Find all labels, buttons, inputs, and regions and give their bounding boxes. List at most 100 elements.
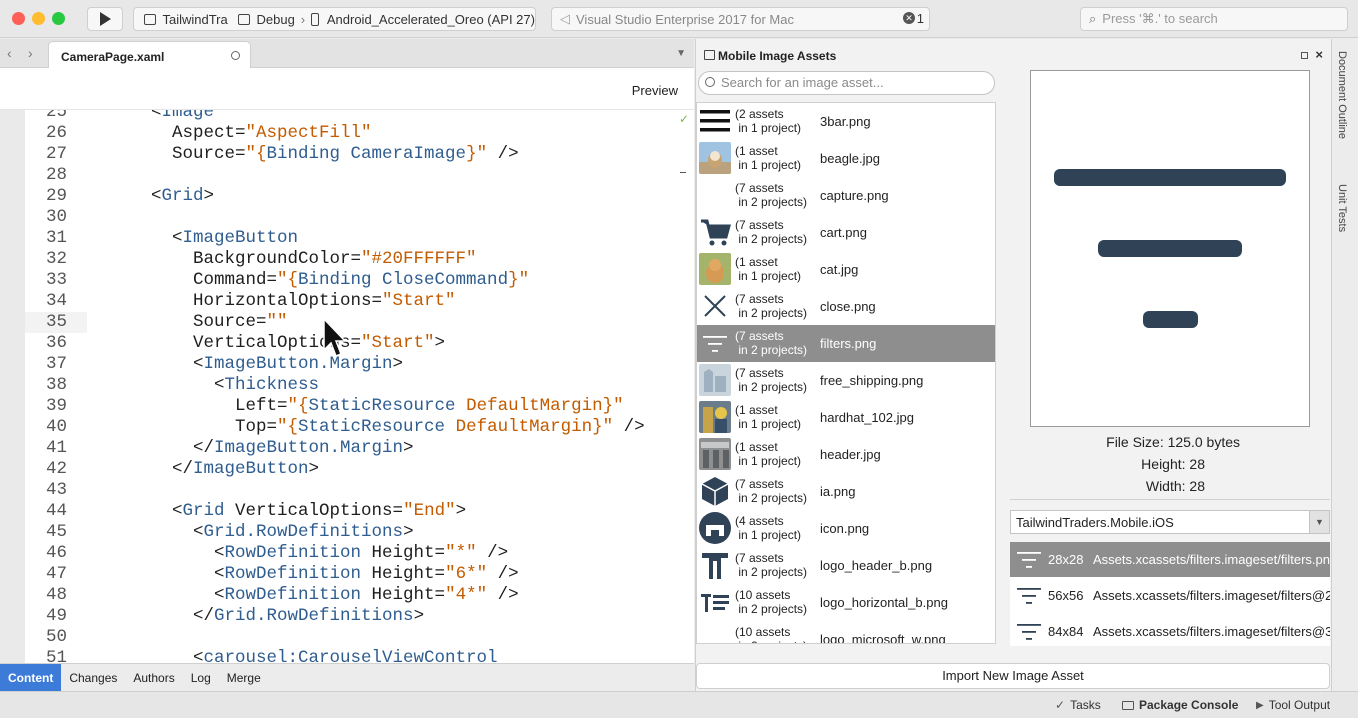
- code-token: <: [193, 354, 204, 374]
- editor-toolbar: Preview: [0, 68, 694, 110]
- asset-size-row[interactable]: 28x28 Assets.xcassets/filters.imageset/fi…: [1010, 542, 1330, 577]
- asset-count: (1 asset in 1 project): [735, 144, 802, 172]
- code-token: Thickness: [224, 375, 320, 395]
- line-number: 26: [45, 123, 67, 143]
- code-line: 29 <Grid>: [25, 186, 694, 207]
- code-token: RowDefinition: [224, 585, 362, 605]
- asset-list-item[interactable]: (7 assets in 2 projects) capture.png: [697, 177, 995, 214]
- code-text: <Grid>: [151, 186, 214, 207]
- asset-count: (4 assets in 1 project): [735, 514, 802, 542]
- asset-size-row[interactable]: 56x56 Assets.xcassets/filters.imageset/fi…: [1010, 578, 1330, 613]
- line-number: 31: [45, 228, 67, 248]
- code-token: "Start": [382, 291, 456, 311]
- filter-bar-short: [1143, 311, 1198, 328]
- asset-size-list[interactable]: 28x28 Assets.xcassets/filters.imageset/fi…: [1010, 542, 1330, 646]
- tab-close-icon[interactable]: [231, 51, 240, 60]
- code-text: HorizontalOptions="Start": [193, 291, 456, 312]
- code-token: Height=: [361, 543, 446, 563]
- tab-authors[interactable]: Authors: [125, 664, 182, 692]
- asset-list-item[interactable]: (7 assets in 2 projects) logo_header_b.pn…: [697, 547, 995, 584]
- package-console-button[interactable]: Package Console: [1122, 698, 1238, 712]
- device-selector[interactable]: Android_Accelerated_Oreo (API 27): [327, 12, 535, 27]
- asset-list[interactable]: (2 assets in 1 project) 3bar.png (1 asset …: [696, 102, 996, 644]
- code-token: }": [466, 144, 488, 164]
- code-line: 46 <RowDefinition Height="*" />: [25, 543, 694, 564]
- run-button[interactable]: [87, 7, 123, 31]
- code-line: 37 <ImageButton.Margin>: [25, 354, 694, 375]
- asset-list-item[interactable]: (7 assets in 2 projects) close.png: [697, 288, 995, 325]
- tab-log[interactable]: Log: [183, 664, 219, 692]
- code-line: 51 <carousel:CarouselViewControl: [25, 648, 694, 663]
- tab-document-outline[interactable]: Document Outline: [1336, 51, 1348, 139]
- asset-list-item[interactable]: (4 assets in 1 project) icon.png: [697, 510, 995, 547]
- tab-changes[interactable]: Changes: [61, 664, 125, 692]
- close-window-button[interactable]: [12, 12, 25, 25]
- asset-list-item[interactable]: (2 assets in 1 project) 3bar.png: [697, 103, 995, 140]
- filter-bar-long: [1054, 169, 1286, 186]
- asset-count: (1 asset in 1 project): [735, 403, 802, 431]
- asset-list-item[interactable]: (1 asset in 1 project) header.jpg: [697, 436, 995, 473]
- project-select[interactable]: TailwindTraders.Mobile.iOS ▼: [1010, 510, 1330, 534]
- asset-search-input[interactable]: Search for an image asset...: [698, 71, 995, 95]
- asset-list-item[interactable]: (10 assets in 2 projects) logo_horizontal…: [697, 584, 995, 621]
- visual-studio-icon: ◁: [560, 11, 570, 26]
- line-number: 39: [45, 396, 67, 416]
- code-editor[interactable]: 25 <Image 26 Aspect="AspectFill" 27 Source="{…: [0, 110, 694, 663]
- asset-list-item[interactable]: (1 asset in 1 project) hardhat_102.jpg: [697, 399, 995, 436]
- asset-list-item[interactable]: (7 assets in 2 projects) filters.png: [697, 325, 995, 362]
- code-line: 31 <ImageButton: [25, 228, 694, 249]
- global-search-input[interactable]: ⌕ Press '⌘.' to search: [1080, 7, 1348, 31]
- code-token: "{: [287, 396, 309, 416]
- code-token: >: [203, 186, 215, 206]
- tab-overflow-icon[interactable]: ▼: [676, 48, 686, 59]
- code-token: </: [172, 459, 194, 479]
- asset-count: (7 assets in 2 projects): [735, 477, 808, 505]
- code-text: </ImageButton.Margin>: [193, 438, 414, 459]
- play-icon: ▶: [1256, 699, 1264, 711]
- logo-text-icon: [699, 586, 731, 618]
- panel-header: Mobile Image Assets ×: [696, 39, 1332, 69]
- code-line: 36 VerticalOptions="Start">: [25, 333, 694, 354]
- code-line: 45 <Grid.RowDefinitions>: [25, 522, 694, 543]
- project-selector[interactable]: TailwindTra: [162, 12, 234, 27]
- tasks-button[interactable]: ✓ Tasks: [1055, 698, 1101, 712]
- error-icon[interactable]: ✕: [903, 12, 915, 24]
- asset-list-item[interactable]: (10 assets in 2 projects) logo_microsoft_…: [697, 621, 995, 643]
- error-count[interactable]: 1: [917, 11, 924, 26]
- asset-size-row[interactable]: 84x84 Assets.xcassets/filters.imageset/fi…: [1010, 614, 1330, 646]
- tab-camerapage-xaml[interactable]: CameraPage.xaml: [48, 41, 251, 68]
- asset-list-item[interactable]: (7 assets in 2 projects) ia.png: [697, 473, 995, 510]
- import-image-asset-button[interactable]: Import New Image Asset: [696, 663, 1330, 689]
- asset-preview: [1030, 70, 1310, 427]
- asset-list-item[interactable]: (1 asset in 1 project) beagle.jpg: [697, 140, 995, 177]
- asset-list-item[interactable]: (7 assets in 2 projects) free_shipping.pn…: [697, 362, 995, 399]
- code-token: />: [487, 144, 519, 164]
- code-token: "Start": [361, 333, 435, 353]
- config-selector[interactable]: Debug: [256, 12, 294, 27]
- play-icon: [100, 12, 111, 26]
- code-token: "": [266, 312, 288, 332]
- blank-icon: [699, 623, 731, 643]
- forward-arrow-icon[interactable]: ›: [28, 45, 33, 61]
- asset-list-item[interactable]: (7 assets in 2 projects) cart.png: [697, 214, 995, 251]
- code-token: <: [151, 186, 162, 206]
- run-configuration-selector[interactable]: TailwindTra Debug › Android_Accelerated_…: [133, 7, 536, 31]
- code-line: 47 <RowDefinition Height="6*" />: [25, 564, 694, 585]
- preview-button[interactable]: Preview: [632, 83, 678, 98]
- back-arrow-icon[interactable]: ‹: [7, 45, 12, 61]
- asset-count: (1 asset in 1 project): [735, 255, 802, 283]
- minimize-window-button[interactable]: [32, 12, 45, 25]
- tab-unit-tests[interactable]: Unit Tests: [1336, 184, 1348, 232]
- maximize-panel-icon[interactable]: [1301, 52, 1308, 59]
- logo-t-icon: [699, 549, 731, 581]
- tab-content[interactable]: Content: [0, 663, 62, 692]
- zoom-window-button[interactable]: [52, 12, 65, 25]
- asset-list-item[interactable]: (1 asset in 1 project) cat.jpg: [697, 251, 995, 288]
- code-token: />: [613, 417, 645, 437]
- line-number: 43: [45, 480, 67, 500]
- close-panel-icon[interactable]: ×: [1315, 47, 1323, 62]
- mobile-image-assets-panel: Mobile Image Assets × Search for an imag…: [695, 39, 1331, 691]
- tab-merge[interactable]: Merge: [219, 664, 269, 692]
- tool-output-button[interactable]: ▶ Tool Output: [1256, 698, 1330, 712]
- code-token: DefaultMargin}": [455, 396, 624, 416]
